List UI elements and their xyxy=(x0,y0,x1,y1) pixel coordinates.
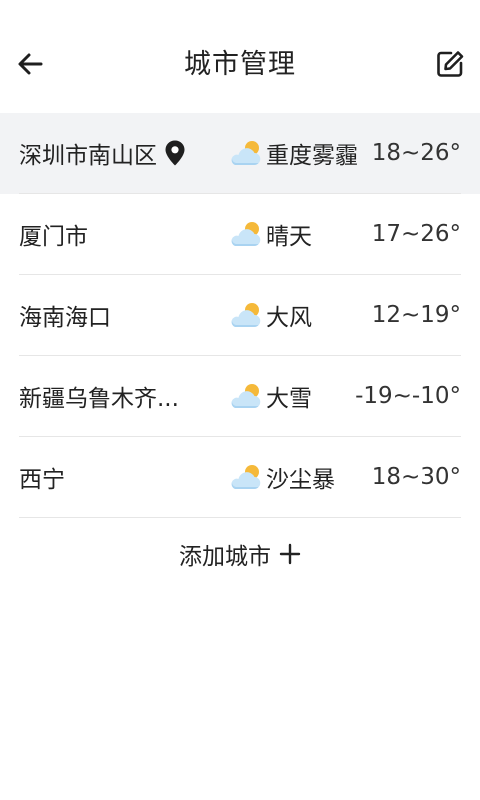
city-name: 深圳市南山区 xyxy=(19,113,187,193)
temperature-range: -19~-10° xyxy=(355,383,461,409)
weather-info: 大风 xyxy=(227,275,312,355)
row-divider xyxy=(19,517,461,518)
weather-label: 大雪 xyxy=(266,386,312,412)
cloud-sun-icon xyxy=(231,141,261,166)
city-name: 新疆乌鲁木齐... xyxy=(19,356,179,436)
weather-info: 沙尘暴 xyxy=(227,437,335,517)
temperature-range: 18~30° xyxy=(371,464,461,490)
city-name: 西宁 xyxy=(19,437,65,517)
city-name-label: 深圳市南山区 xyxy=(19,143,157,169)
weather-info: 大雪 xyxy=(227,356,312,436)
cloud-sun-icon xyxy=(231,384,261,409)
temperature-range: 18~26° xyxy=(371,140,461,166)
temperature-range: 12~19° xyxy=(371,302,461,328)
city-list: 深圳市南山区 重度雾霾 18~26° 厦门市 晴天 17~26° 海南海口 大风… xyxy=(0,113,480,518)
city-row[interactable]: 海南海口 大风 12~19° xyxy=(0,275,480,356)
weather-info: 重度雾霾 xyxy=(227,113,358,193)
weather-label: 沙尘暴 xyxy=(266,467,335,493)
add-city-button[interactable]: 添加城市 xyxy=(0,533,480,575)
cloud-sun-icon xyxy=(231,303,261,328)
temperature-range: 17~26° xyxy=(371,221,461,247)
add-city-label: 添加城市 xyxy=(179,544,271,570)
weather-label: 晴天 xyxy=(266,224,312,250)
city-name-label: 海南海口 xyxy=(19,305,111,331)
cloud-sun-icon xyxy=(231,222,261,247)
city-name: 海南海口 xyxy=(19,275,111,355)
edit-icon xyxy=(437,51,464,77)
city-row[interactable]: 厦门市 晴天 17~26° xyxy=(0,194,480,275)
page-title: 城市管理 xyxy=(184,49,296,80)
city-row[interactable]: 西宁 沙尘暴 18~30° xyxy=(0,437,480,518)
weather-label: 大风 xyxy=(266,305,312,331)
weather-label: 重度雾霾 xyxy=(266,143,358,169)
city-name-label: 西宁 xyxy=(19,467,65,493)
city-row[interactable]: 新疆乌鲁木齐... 大雪 -19~-10° xyxy=(0,356,480,437)
city-name-label: 厦门市 xyxy=(19,224,88,250)
edit-button[interactable] xyxy=(430,44,470,84)
city-name: 厦门市 xyxy=(19,194,88,274)
plus-icon xyxy=(279,543,301,565)
location-pin-icon xyxy=(163,139,187,167)
city-row[interactable]: 深圳市南山区 重度雾霾 18~26° xyxy=(0,113,480,194)
app-header: 城市管理 xyxy=(0,0,480,113)
cloud-sun-icon xyxy=(231,465,261,490)
city-name-label: 新疆乌鲁木齐... xyxy=(19,386,179,412)
weather-info: 晴天 xyxy=(227,194,312,274)
